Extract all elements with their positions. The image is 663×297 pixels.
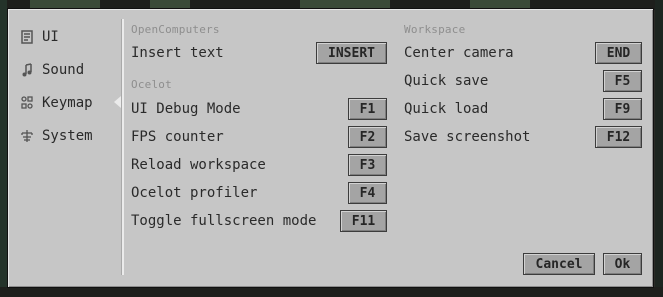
row-label-fps-counter: FPS counter [131,129,224,145]
keybind-button-quick-load[interactable]: F9 [603,98,642,120]
music-note-icon [20,62,34,78]
sidebar-item-label: Sound [42,62,85,78]
background-bottom-strip [0,287,663,297]
background-left-strip [0,0,7,297]
sidebar-item-label: System [42,128,93,144]
row-label-ui-debug-mode: UI Debug Mode [131,101,241,117]
keybind-button-quick-save[interactable]: F5 [603,70,642,92]
sidebar-item-sound[interactable]: Sound [20,60,120,80]
keybind-button-insert-text[interactable]: INSERT [316,42,387,64]
row-label-quick-save: Quick save [404,73,489,89]
row-label-quick-load: Quick load [404,101,489,117]
cancel-button[interactable]: Cancel [523,253,595,275]
keybind-button-toggle-fullscreen[interactable]: F11 [340,210,387,232]
keybind-button-reload-workspace[interactable]: F3 [348,154,387,176]
sidebar-item-label: UI [42,29,59,45]
background-right-strip [655,0,663,297]
section-title-ocelot: Ocelot [131,78,172,91]
sidebar-divider [121,19,124,275]
selected-item-indicator [114,96,121,108]
row-label-save-screenshot: Save screenshot [404,129,531,145]
row-label-reload-workspace: Reload workspace [131,157,266,173]
settings-dialog: UI Sound Keymap System OpenComputers Ins… [7,8,654,288]
keymap-icon [20,95,34,111]
row-label-toggle-fullscreen: Toggle fullscreen mode [131,213,317,229]
ui-icon [20,29,34,45]
row-label-center-camera: Center camera [404,45,514,61]
sidebar-item-system[interactable]: System [20,126,120,146]
keybind-button-ui-debug-mode[interactable]: F1 [348,98,387,120]
keybind-button-ocelot-profiler[interactable]: F4 [348,182,387,204]
keybind-button-fps-counter[interactable]: F2 [348,126,387,148]
row-label-ocelot-profiler: Ocelot profiler [131,185,258,201]
row-label-insert-text: Insert text [131,45,224,61]
keybind-button-center-camera[interactable]: END [595,42,642,64]
keybind-button-save-screenshot[interactable]: F12 [595,126,642,148]
section-title-workspace: Workspace [404,23,466,36]
sidebar-item-keymap[interactable]: Keymap [20,93,120,113]
sidebar-item-ui[interactable]: UI [20,27,120,47]
ok-button[interactable]: Ok [603,253,642,275]
system-tree-icon [20,128,34,144]
sidebar-item-label: Keymap [42,95,93,111]
section-title-opencomputers: OpenComputers [131,23,220,36]
